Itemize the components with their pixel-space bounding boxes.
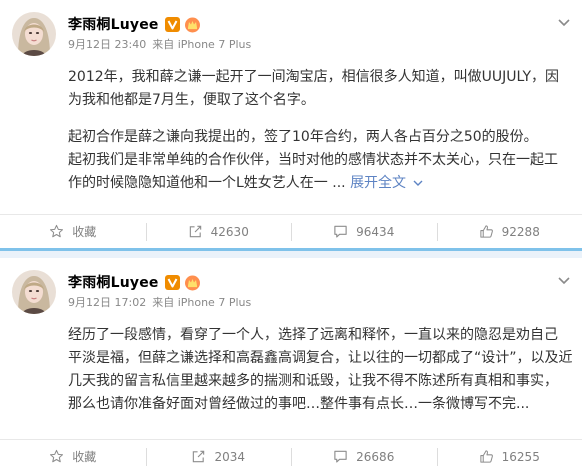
- comment-count: 96434: [356, 224, 395, 239]
- repost-button[interactable]: 2034: [145, 440, 292, 473]
- repost-icon: [193, 450, 205, 463]
- action-bar: 收藏 42630 96434 92288: [0, 214, 582, 248]
- comment-button[interactable]: 26686: [291, 440, 437, 473]
- favorite-label: 收藏: [72, 225, 97, 239]
- post-text-line: 经历了一段感情，看穿了一个人，选择了远离和释怀，一直以来的隐忍是劝自己: [68, 327, 558, 343]
- repost-count: 42630: [210, 224, 249, 239]
- comment-icon: [334, 225, 347, 238]
- post-meta: 9月12日 17:02 来自 iPhone 7 Plus: [68, 294, 251, 310]
- expand-full-text-link[interactable]: 展开全文: [350, 175, 423, 191]
- username[interactable]: 李雨桐Luyee: [68, 14, 159, 34]
- vip-crown-icon[interactable]: [184, 274, 201, 291]
- post-text-line: 作的时候隐隐知道他和一个L姓女艺人在一 ... 展开全文: [68, 172, 574, 195]
- star-icon: [50, 224, 64, 238]
- like-icon: [480, 225, 493, 238]
- chevron-down-icon[interactable]: [556, 272, 572, 288]
- chevron-down-icon: [413, 180, 423, 186]
- comment-icon: [334, 450, 347, 463]
- verified-v-icon: [164, 16, 180, 32]
- post-text-line: 2012年，我和薛之谦一起开了一间淘宝店，相信很多人知道，叫做UUJULY，因: [68, 69, 559, 85]
- avatar[interactable]: [12, 12, 56, 56]
- weibo-post: 李雨桐Luyee 9月12日 17:02 来自 iPhone 7 Plus 经历了…: [0, 258, 582, 473]
- post-text-line: 为我和他都是7月生，便取了这个名字。: [68, 92, 315, 108]
- repost-icon: [189, 225, 201, 238]
- like-count: 16255: [501, 449, 540, 464]
- comment-count: 26686: [356, 449, 395, 464]
- comment-button[interactable]: 96434: [291, 215, 437, 248]
- repost-button[interactable]: 42630: [145, 215, 292, 248]
- post-source: 来自 iPhone 7 Plus: [152, 296, 252, 309]
- vip-crown-icon[interactable]: [184, 16, 201, 33]
- favorite-button[interactable]: 收藏: [0, 215, 146, 248]
- post-time[interactable]: 9月12日 17:02: [68, 296, 146, 309]
- post-content: 2012年，我和薛之谦一起开了一间淘宝店，相信很多人知道，叫做UUJULY，因 …: [68, 66, 574, 195]
- avatar[interactable]: [12, 270, 56, 314]
- action-bar: 收藏 2034 26686 16255: [0, 439, 582, 473]
- post-text-line: 平淡是福，但薛之谦选择和高磊鑫高调复合，让以往的一切都成了“设计”，以及近: [68, 350, 573, 366]
- post-text-line: 起初合作是薛之谦向我提出的，签了10年合约，两人各占百分之50的股份。: [68, 129, 538, 145]
- repost-count: 2034: [214, 449, 246, 464]
- favorite-label: 收藏: [72, 450, 97, 464]
- post-text-line: 起初我们是非常单纯的合作伙伴，当时对他的感情状态并不太关心，只在一起工: [68, 152, 558, 168]
- post-meta: 9月12日 23:40 来自 iPhone 7 Plus: [68, 36, 251, 52]
- post-text-line: 那么也请你准备好面对曾经做过的事吧…整件事有点长…一条微博写不完...: [68, 396, 530, 412]
- post-separator-line: [0, 248, 582, 251]
- star-icon: [50, 449, 64, 463]
- like-count: 92288: [501, 224, 540, 239]
- weibo-post: 李雨桐Luyee 9月12日 23:40 来自 iPhone 7 Plus 201…: [0, 0, 582, 248]
- chevron-down-icon[interactable]: [556, 14, 572, 30]
- post-content: 经历了一段感情，看穿了一个人，选择了远离和释怀，一直以来的隐忍是劝自己 平淡是福…: [68, 324, 574, 416]
- post-source: 来自 iPhone 7 Plus: [152, 38, 252, 51]
- like-button[interactable]: 92288: [436, 215, 582, 248]
- like-icon: [480, 450, 493, 463]
- verified-v-icon: [164, 274, 180, 290]
- post-time[interactable]: 9月12日 23:40: [68, 38, 146, 51]
- post-text-line: 几天我的留言私信里越来越多的揣测和诋毁，让我不得不陈述所有真相和事实，: [68, 373, 558, 389]
- favorite-button[interactable]: 收藏: [0, 440, 146, 473]
- like-button[interactable]: 16255: [436, 440, 582, 473]
- username[interactable]: 李雨桐Luyee: [68, 272, 159, 292]
